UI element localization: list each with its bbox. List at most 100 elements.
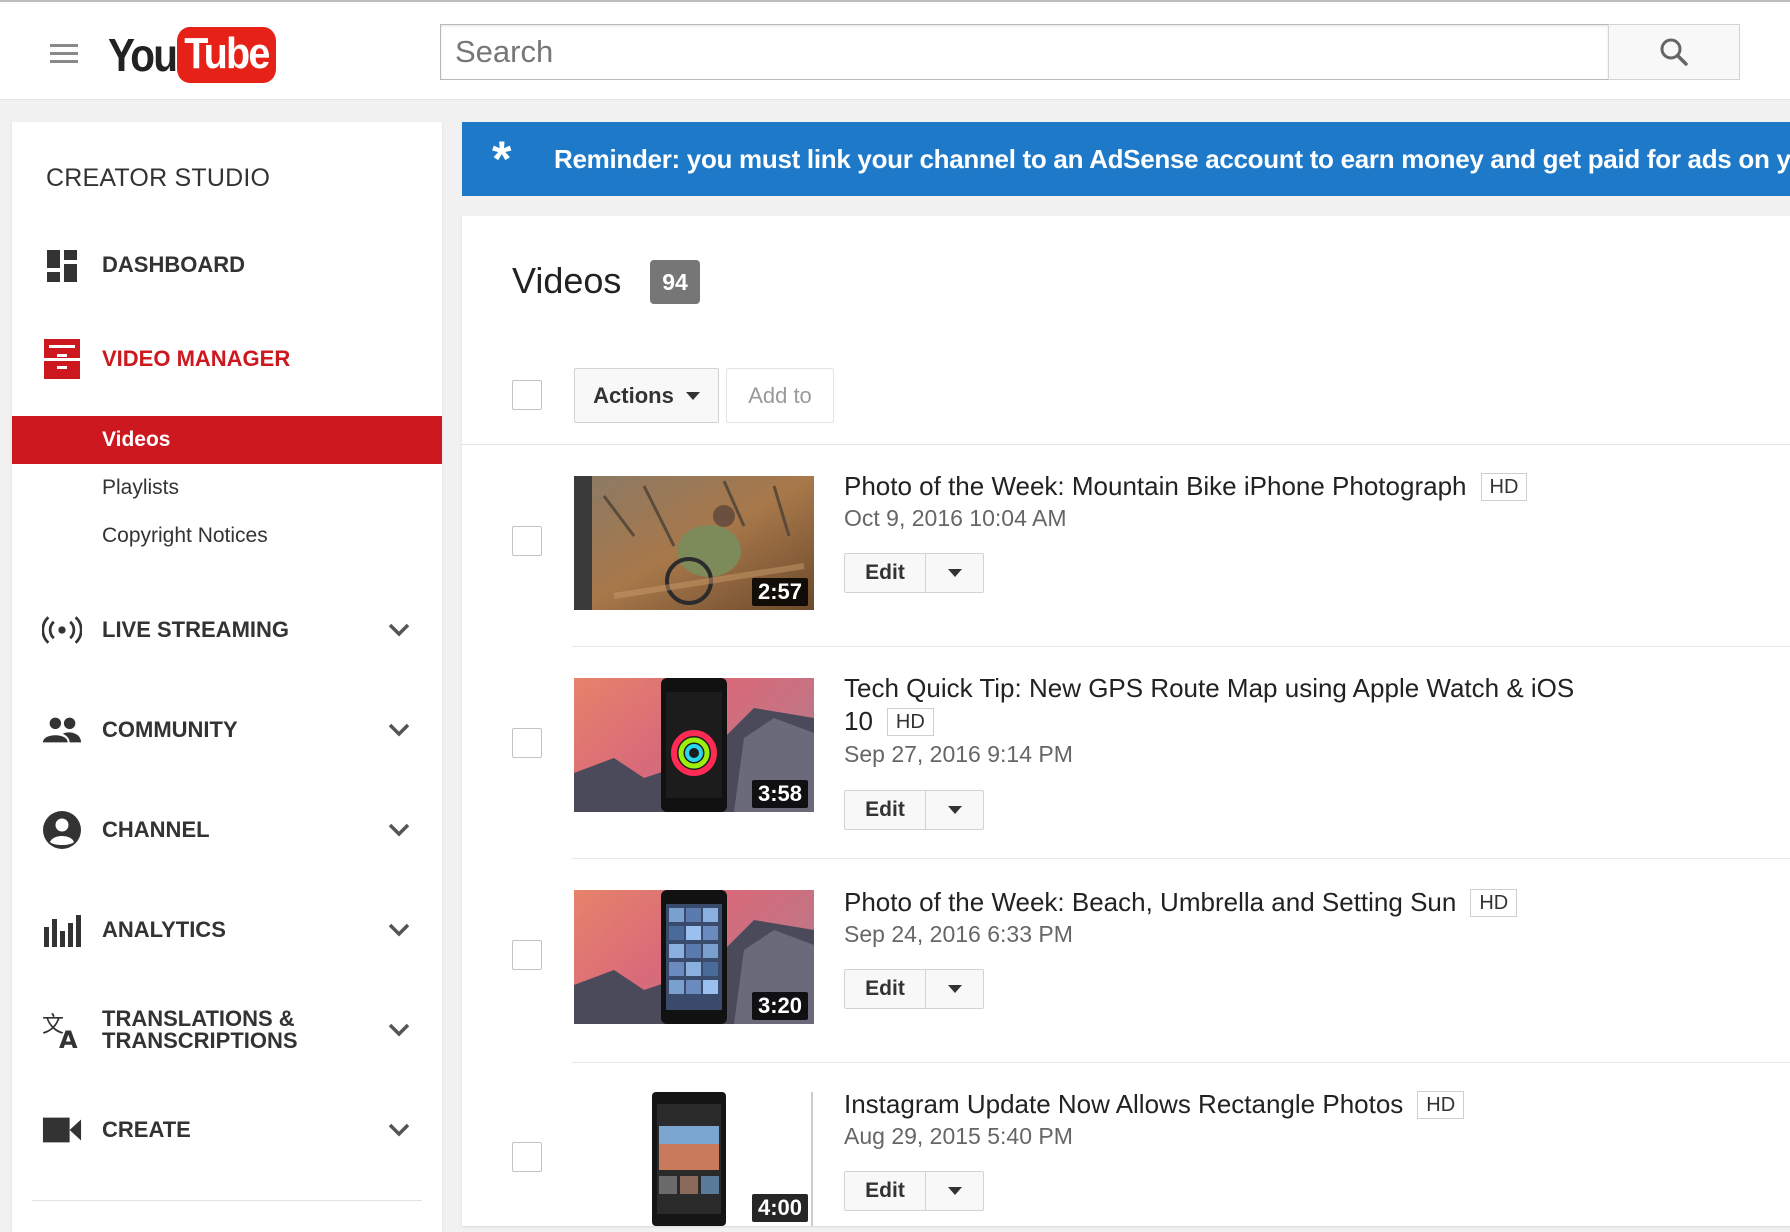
- search-icon: [1660, 38, 1688, 66]
- video-date: Aug 29, 2015 5:40 PM: [844, 1123, 1073, 1149]
- creator-studio-sidebar: CREATOR STUDIO DASHBOARD VIDEO MANAGER V…: [12, 122, 442, 1232]
- video-title-text: Instagram Update Now Allows Rectangle Ph…: [844, 1089, 1404, 1119]
- caret-down-icon: [685, 391, 700, 400]
- dashboard-icon: [42, 245, 82, 285]
- video-row-checkbox[interactable]: [512, 526, 542, 556]
- masthead: You Tube: [0, 0, 1790, 100]
- video-duration: 4:00: [751, 1194, 808, 1222]
- edit-dropdown-button[interactable]: [926, 969, 984, 1009]
- chevron-down-icon[interactable]: [387, 822, 411, 838]
- sidebar-item-label: VIDEO MANAGER: [102, 346, 291, 371]
- sidebar-subitem-playlists[interactable]: Playlists: [12, 464, 442, 512]
- video-manager-icon: [42, 339, 82, 379]
- sidebar-item-label: ANALYTICS: [102, 917, 226, 942]
- channel-icon: [42, 810, 82, 850]
- sidebar-title: CREATOR STUDIO: [46, 164, 271, 192]
- sidebar-item-translations[interactable]: 文 A TRANSLATIONS & TRANSCRIPTIONS: [12, 1005, 442, 1055]
- video-date: Sep 24, 2016 6:33 PM: [844, 921, 1073, 947]
- asterisk-icon: *: [492, 131, 512, 187]
- video-manager-panel: Videos 94 Actions Add to 2:57 Photo of t…: [462, 216, 1790, 1226]
- chevron-down-icon[interactable]: [387, 722, 411, 738]
- sidebar-subitem-copyright-notices[interactable]: Copyright Notices: [12, 512, 442, 560]
- hd-badge: HD: [886, 708, 934, 736]
- edit-button[interactable]: Edit: [844, 969, 926, 1009]
- hd-badge: HD: [1480, 473, 1528, 501]
- analytics-icon: [42, 910, 82, 950]
- sidebar-subitem-label: Videos: [102, 428, 171, 451]
- video-date: Sep 27, 2016 9:14 PM: [844, 741, 1073, 767]
- search-input[interactable]: [440, 24, 1608, 80]
- video-title-text: Tech Quick Tip: New GPS Route Map using …: [844, 673, 1575, 703]
- sidebar-item-analytics[interactable]: ANALYTICS: [12, 905, 442, 955]
- video-thumbnail[interactable]: 2:57: [574, 476, 814, 610]
- caret-down-icon: [947, 985, 962, 993]
- video-title[interactable]: Tech Quick Tip: New GPS Route Map using …: [844, 672, 1604, 738]
- video-row-checkbox[interactable]: [512, 1142, 542, 1172]
- video-thumbnail[interactable]: 3:58: [574, 678, 814, 812]
- menu-icon[interactable]: [50, 44, 78, 64]
- video-title-text-line2: 10: [844, 706, 873, 736]
- add-to-button[interactable]: Add to: [726, 368, 834, 423]
- edit-button[interactable]: Edit: [844, 1171, 926, 1211]
- video-title-text: Photo of the Week: Beach, Umbrella and S…: [844, 887, 1457, 917]
- add-to-label: Add to: [748, 382, 812, 408]
- youtube-logo[interactable]: You Tube: [108, 24, 287, 86]
- logo-tube-text: Tube: [177, 27, 277, 83]
- sidebar-item-dashboard[interactable]: DASHBOARD: [12, 240, 442, 290]
- edit-dropdown-button[interactable]: [926, 553, 984, 593]
- actions-label: Actions: [593, 382, 674, 408]
- actions-dropdown[interactable]: Actions: [574, 368, 719, 423]
- edit-button[interactable]: Edit: [844, 790, 926, 830]
- page-title: Videos: [512, 260, 622, 301]
- sidebar-item-label: CREATE: [102, 1117, 191, 1142]
- sidebar-item-label: LIVE STREAMING: [102, 617, 290, 642]
- video-row-checkbox[interactable]: [512, 728, 542, 758]
- video-title[interactable]: Instagram Update Now Allows Rectangle Ph…: [844, 1088, 1604, 1121]
- translate-icon: 文 A: [42, 1010, 82, 1050]
- sidebar-item-channel[interactable]: CHANNEL: [12, 805, 442, 855]
- live-streaming-icon: [42, 610, 82, 650]
- chevron-down-icon[interactable]: [387, 922, 411, 938]
- create-icon: [42, 1110, 82, 1150]
- video-duration: 3:58: [751, 780, 808, 808]
- chevron-down-icon[interactable]: [387, 1022, 411, 1038]
- sidebar-item-community[interactable]: COMMUNITY: [12, 705, 442, 755]
- video-duration: 2:57: [751, 578, 808, 606]
- video-title-text: Photo of the Week: Mountain Bike iPhone …: [844, 471, 1467, 501]
- video-duration: 3:20: [751, 992, 808, 1020]
- chevron-down-icon[interactable]: [387, 1122, 411, 1138]
- video-count-badge: 94: [650, 260, 700, 304]
- sidebar-item-label: CHANNEL: [102, 817, 210, 842]
- sidebar-item-label: TRANSLATIONS & TRANSCRIPTIONS: [102, 1008, 298, 1052]
- adsense-reminder-banner[interactable]: * Reminder: you must link your channel t…: [462, 122, 1790, 196]
- video-thumbnail[interactable]: 4:00: [574, 1092, 814, 1226]
- row-divider: [572, 858, 1790, 859]
- hd-badge: HD: [1470, 889, 1518, 917]
- edit-dropdown-button[interactable]: [926, 790, 984, 830]
- edit-dropdown-button[interactable]: [926, 1171, 984, 1211]
- search-bar: [440, 24, 1740, 80]
- video-title[interactable]: Photo of the Week: Beach, Umbrella and S…: [844, 886, 1604, 919]
- logo-you-text: You: [108, 29, 178, 81]
- sidebar-item-create[interactable]: CREATE: [12, 1105, 442, 1155]
- sidebar-subitem-videos[interactable]: Videos: [12, 416, 442, 464]
- sidebar-subitem-label: Copyright Notices: [102, 524, 268, 547]
- row-divider: [572, 646, 1790, 647]
- chevron-down-icon[interactable]: [387, 622, 411, 638]
- sidebar-divider: [32, 1200, 422, 1201]
- edit-button-group: Edit: [844, 1171, 984, 1211]
- edit-button[interactable]: Edit: [844, 553, 926, 593]
- sidebar-subitem-label: Playlists: [102, 476, 180, 499]
- sidebar-item-live-streaming[interactable]: LIVE STREAMING: [12, 605, 442, 655]
- caret-down-icon: [947, 569, 962, 577]
- video-row-checkbox[interactable]: [512, 940, 542, 970]
- sidebar-item-label: DASHBOARD: [102, 252, 245, 277]
- caret-down-icon: [947, 1187, 962, 1195]
- svg-text:A: A: [59, 1026, 78, 1050]
- video-thumbnail[interactable]: 3:20: [574, 890, 814, 1024]
- caret-down-icon: [947, 806, 962, 814]
- search-button[interactable]: [1608, 24, 1740, 80]
- sidebar-item-video-manager[interactable]: VIDEO MANAGER: [12, 334, 442, 384]
- video-title[interactable]: Photo of the Week: Mountain Bike iPhone …: [844, 470, 1604, 503]
- select-all-checkbox[interactable]: [512, 380, 542, 410]
